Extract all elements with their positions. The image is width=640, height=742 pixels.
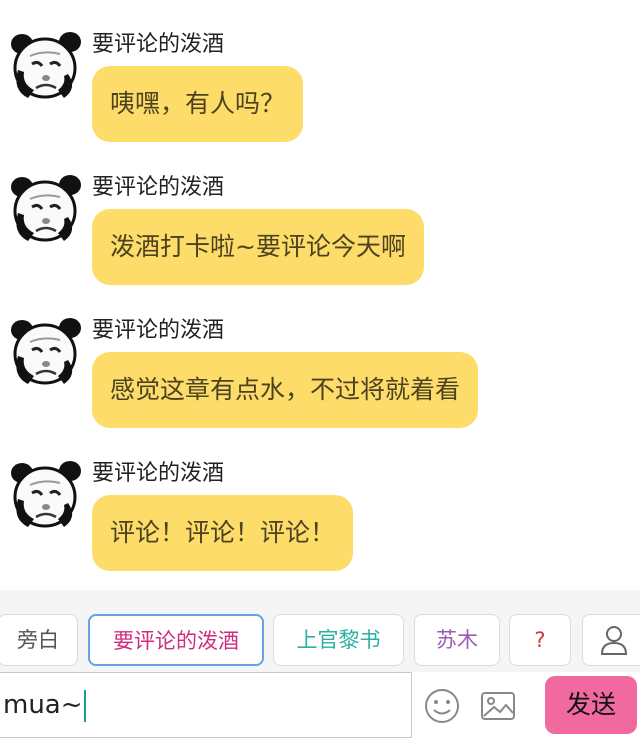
role-selector-bar: 旁白 要评论的泼酒 上官黎书 苏木 ? (0, 590, 640, 672)
chat-message: 要评论的泼酒 感觉这章有点水，不过将就着看 (0, 286, 640, 428)
sender-name: 要评论的泼酒 (92, 32, 225, 57)
sender-name: 要评论的泼酒 (92, 175, 225, 200)
message-bubble[interactable]: 咦嘿，有人吗？ (92, 66, 304, 142)
emoji-button[interactable] (422, 686, 462, 726)
sender-name: 要评论的泼酒 (92, 318, 225, 343)
panda-avatar-icon (11, 318, 81, 385)
message-bubble[interactable]: 泼酒打卡啦~要评论今天啊 (92, 209, 424, 285)
message-bubble[interactable]: 评论！评论！评论！ (92, 495, 354, 571)
person-icon (600, 626, 628, 655)
image-icon (481, 692, 515, 720)
message-bubble[interactable]: 感觉这章有点水，不过将就着看 (92, 352, 479, 428)
role-chip-narrator[interactable]: 旁白 (0, 614, 78, 666)
panda-avatar-icon (11, 461, 81, 528)
chat-message: 要评论的泼酒 泼酒打卡啦~要评论今天啊 (0, 143, 640, 285)
chat-message: 要评论的泼酒 咦嘿，有人吗？ (0, 0, 640, 142)
avatar[interactable] (8, 173, 82, 245)
text-cursor (83, 689, 86, 722)
chat-message: 要评论的泼酒 评论！评论！评论！ (0, 429, 640, 571)
image-button[interactable] (478, 686, 518, 726)
add-role-button[interactable] (582, 614, 640, 666)
send-button[interactable]: 发送 (545, 676, 637, 734)
avatar[interactable] (8, 316, 82, 388)
avatar[interactable] (8, 30, 82, 102)
role-chip-unknown[interactable]: ? (509, 614, 571, 666)
role-chip[interactable]: 上官黎书 (273, 614, 404, 666)
panda-avatar-icon (11, 32, 81, 99)
avatar[interactable] (8, 459, 82, 531)
role-chip[interactable]: 苏木 (414, 614, 500, 666)
smiley-icon (425, 689, 459, 723)
message-input-bar: mua~ 发送 (0, 672, 640, 742)
role-chip-selected[interactable]: 要评论的泼酒 (88, 614, 264, 666)
chat-message-list: 要评论的泼酒 咦嘿，有人吗？ 要评论的泼酒 泼酒打卡啦~要评论今天啊 要评论的泼… (0, 0, 640, 590)
message-input-text: mua~ (3, 690, 83, 720)
panda-avatar-icon (11, 175, 81, 242)
sender-name: 要评论的泼酒 (92, 461, 225, 486)
message-input[interactable]: mua~ (0, 672, 412, 738)
